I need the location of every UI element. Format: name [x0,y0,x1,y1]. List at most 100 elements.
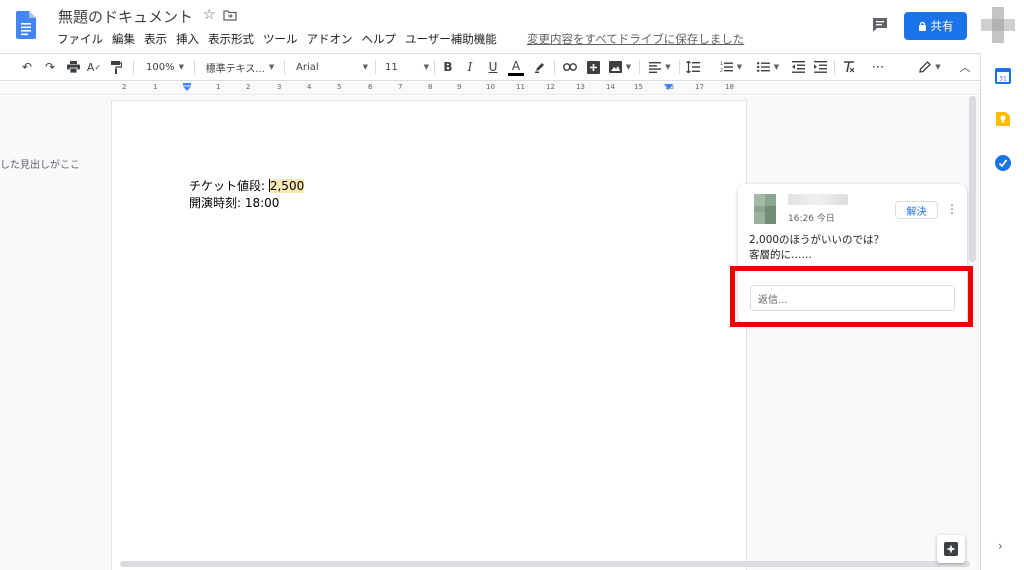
ruler-number: 10 [486,83,495,91]
paragraph-style-select[interactable]: 標準テキス... ▼ [204,58,276,76]
menu-view[interactable]: 表示 [144,31,167,47]
menu-format[interactable]: 表示形式 [208,31,254,47]
menu-addons[interactable]: アドオン [307,31,353,47]
ruler-number: 13 [576,83,585,91]
lock-icon [918,21,926,31]
font-size-select[interactable]: 11 ▼ [385,58,429,76]
menu-edit[interactable]: 編集 [112,31,135,47]
ruler-number: 15 [634,83,643,91]
ruler-number: 3 [277,83,282,91]
svg-text:31: 31 [999,76,1007,83]
explore-icon [944,542,958,556]
annotation-highlight-box [730,266,973,327]
share-button[interactable]: 共有 [904,12,967,40]
clear-formatting-icon[interactable] [841,58,857,76]
collapse-menus-icon[interactable]: ︿ [957,58,973,76]
document-page[interactable]: チケット値段: 2,500 開演時刻: 18:00 [111,100,747,570]
ruler-number: 7 [398,83,403,91]
ticket-price-line: チケット値段: 2,500 [189,178,305,195]
italic-button[interactable]: I [462,58,478,76]
comment-text: 2,000のほうがいいのでは？ 客層的に…… [749,233,884,263]
font-select[interactable]: Arial ▼ [296,58,368,76]
resolve-button[interactable]: 解決 [895,201,938,219]
zoom-select[interactable]: 100% ▼ [143,58,187,76]
chevron-down-icon: ▼ [773,63,780,71]
paragraph-style-value: 標準テキス... [205,63,265,75]
comment-history-icon[interactable] [871,16,889,34]
ruler-number: 12 [546,83,555,91]
indent-marker-icon[interactable] [182,83,192,93]
chevron-down-icon: ▼ [625,63,632,71]
ruler[interactable]: 2 1 1 2 3 4 5 6 7 8 9 10 11 12 13 14 15 … [0,82,980,95]
save-status-link[interactable]: 変更内容をすべてドライブに保存しました [527,31,744,47]
keep-icon[interactable] [995,111,1011,127]
tasks-icon[interactable] [995,155,1011,171]
chevron-down-icon: ▼ [423,63,429,71]
ruler-number: 18 [725,83,734,91]
line-spacing-icon[interactable] [685,58,701,76]
ruler-number: 11 [516,83,525,91]
move-to-folder-icon[interactable] [223,8,237,22]
menu-accessibility[interactable]: ユーザー補助機能 [405,31,497,47]
numbered-list-icon[interactable]: 1 2 ▼ [716,58,746,76]
ruler-number: 2 [246,83,251,91]
more-options-icon[interactable]: ⋯ [868,58,888,76]
document-body[interactable]: チケット値段: 2,500 開演時刻: 18:00 [189,178,305,212]
toolbar: ↶ ↷ A ✓ 100% ▼ 標準テキス... ▼ Arial ▼ 11 ▼ B I U … [0,53,980,81]
insert-image-icon[interactable]: ▼ [607,58,633,76]
increase-indent-icon[interactable] [812,58,828,76]
chevron-down-icon: ▼ [935,63,941,71]
menu-help[interactable]: ヘルプ [362,31,397,47]
bulleted-list-icon[interactable]: ▼ [753,58,783,76]
commenter-name-redacted [788,194,848,205]
more-vert-icon[interactable]: ⋮ [946,202,958,218]
ruler-number: 5 [337,83,342,91]
chevron-down-icon: ▼ [268,63,275,71]
redo-icon[interactable]: ↷ [42,58,58,76]
menu-insert[interactable]: 挿入 [176,31,199,47]
ruler-number: 4 [307,83,312,91]
align-left-icon[interactable]: ▼ [647,58,673,76]
comment-timestamp: 16:26 今日 [788,214,835,224]
underline-button[interactable]: U [485,58,501,76]
side-panel: 31 › [980,53,1024,570]
document-title[interactable]: 無題のドキュメント [58,6,193,27]
horizontal-scrollbar[interactable] [120,561,970,567]
ruler-track: 2 1 1 2 3 4 5 6 7 8 9 10 11 12 13 14 15 … [112,82,747,94]
chevron-down-icon: ▼ [665,63,671,71]
paint-format-icon[interactable] [108,58,124,76]
undo-icon[interactable]: ↶ [19,58,35,76]
account-avatar[interactable] [981,7,1015,43]
ruler-number: 14 [606,83,615,91]
comment-text-line: 客層的に…… [749,249,812,261]
bold-button[interactable]: B [440,58,456,76]
decrease-indent-icon[interactable] [790,58,806,76]
calendar-icon[interactable]: 31 [995,68,1011,84]
ruler-number: 1 [153,83,158,91]
ruler-number: 6 [368,83,373,91]
vertical-scrollbar[interactable] [969,96,976,262]
app-header: 無題のドキュメント ☆ ファイル 編集 表示 挿入 表示形式 ツール アドオン … [0,0,1024,53]
ruler-number: 1 [216,83,221,91]
explore-button[interactable] [937,535,965,563]
chevron-down-icon: ▼ [362,63,368,71]
commented-text-highlight[interactable]: 2,500 [269,179,305,193]
menu-file[interactable]: ファイル [57,31,103,47]
comment-text-line: 2,000のほうがいいのでは？ [749,234,885,246]
editing-mode-icon[interactable]: ▼ [917,58,943,76]
menu-bar: ファイル 編集 表示 挿入 表示形式 ツール アドオン ヘルプ ユーザー補助機能 [57,31,506,47]
ticket-price-label: チケット値段: [189,179,269,193]
font-size-value: 11 [385,61,398,73]
insert-link-icon[interactable] [562,58,578,76]
right-indent-marker-icon[interactable] [664,84,673,92]
chevron-right-icon[interactable]: › [998,539,1003,553]
text-color-button[interactable]: A [508,58,524,76]
spellcheck-icon[interactable]: A ✓ [86,58,102,76]
star-icon[interactable]: ☆ [203,7,216,23]
docs-logo-icon[interactable] [16,11,36,39]
print-icon[interactable] [65,58,81,76]
share-label: 共有 [930,19,954,33]
menu-tools[interactable]: ツール [263,31,298,47]
add-comment-icon[interactable] [585,58,601,76]
highlight-pen-icon[interactable] [532,58,548,76]
